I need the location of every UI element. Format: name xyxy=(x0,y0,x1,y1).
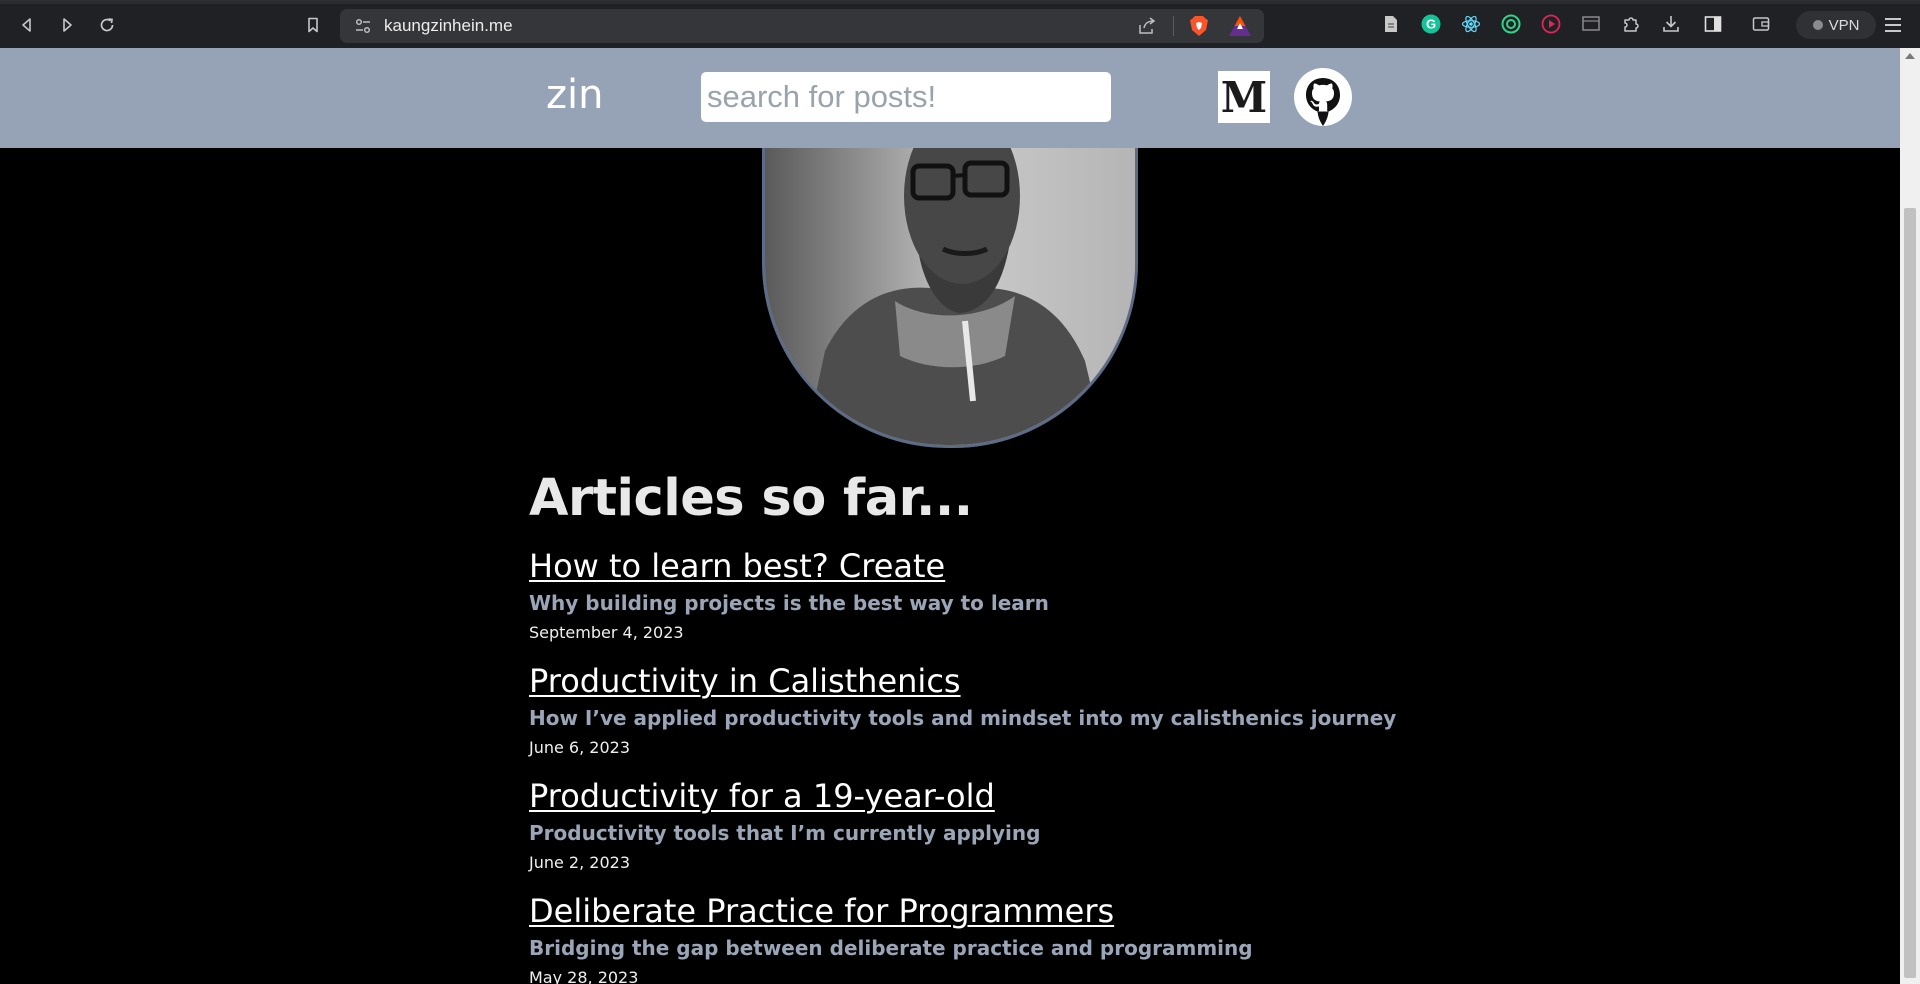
post-title-link[interactable]: How to learn best? Create xyxy=(529,547,1429,585)
post-title-link[interactable]: Productivity in Calisthenics xyxy=(529,662,1429,700)
video-icon[interactable] xyxy=(1540,13,1562,35)
brave-rewards-icon[interactable] xyxy=(1228,15,1252,37)
medium-icon[interactable]: M xyxy=(1218,71,1270,123)
screen-icon[interactable] xyxy=(1580,13,1602,35)
back-icon[interactable] xyxy=(12,11,42,39)
url-text[interactable]: kaungzinhein.me xyxy=(384,16,513,36)
site-settings-icon[interactable] xyxy=(354,17,372,35)
vpn-button[interactable]: VPN xyxy=(1796,11,1876,39)
post-date: June 2, 2023 xyxy=(529,853,630,872)
site-logo[interactable]: zin xyxy=(546,72,603,118)
share-icon[interactable] xyxy=(1137,17,1157,35)
puzzle-icon[interactable] xyxy=(1620,13,1642,35)
notes-icon[interactable] xyxy=(1380,13,1402,35)
vpn-label: VPN xyxy=(1828,16,1860,34)
post-date: June 6, 2023 xyxy=(529,738,630,757)
scrollbar-thumb[interactable] xyxy=(1904,208,1916,978)
post-subtitle: How I’ve applied productivity tools and … xyxy=(529,706,1397,730)
post-date: September 4, 2023 xyxy=(529,623,684,642)
medium-letter: M xyxy=(1221,73,1268,122)
post-item: Productivity for a 19-year-old Productiv… xyxy=(529,777,1429,872)
vpn-status-icon xyxy=(1812,20,1823,30)
tab-strip-edge xyxy=(0,1,1920,4)
post-item: Productivity in Calisthenics How I’ve ap… xyxy=(529,662,1429,757)
post-subtitle: Bridging the gap between deliberate prac… xyxy=(529,936,1253,960)
post-subtitle: Productivity tools that I’m currently ap… xyxy=(529,821,1041,845)
page-viewport: zin M xyxy=(0,48,1900,984)
menu-icon[interactable] xyxy=(1880,13,1906,37)
wallet-icon[interactable] xyxy=(1750,13,1772,35)
target-icon[interactable] xyxy=(1500,13,1522,35)
post-date: May 28, 2023 xyxy=(529,968,639,984)
react-devtools-icon[interactable] xyxy=(1460,13,1482,35)
brave-shields-icon[interactable] xyxy=(1187,14,1211,38)
bookmark-icon[interactable] xyxy=(298,11,328,39)
post-item: Deliberate Practice for Programmers Brid… xyxy=(529,892,1429,984)
reload-icon[interactable] xyxy=(92,11,122,39)
svg-text:G: G xyxy=(1426,17,1436,32)
download-icon[interactable] xyxy=(1660,13,1682,35)
post-title-link[interactable]: Deliberate Practice for Programmers xyxy=(529,892,1429,930)
github-icon[interactable] xyxy=(1294,68,1352,126)
articles-heading: Articles so far... xyxy=(529,469,973,528)
page-scrollbar[interactable] xyxy=(1900,48,1920,984)
forward-icon[interactable] xyxy=(52,11,82,39)
address-bar[interactable]: kaungzinhein.me xyxy=(340,9,1264,43)
site-header: zin M xyxy=(0,48,1900,148)
grammarly-icon[interactable]: G xyxy=(1420,13,1442,35)
post-subtitle: Why building projects is the best way to… xyxy=(529,591,1049,615)
search-input[interactable] xyxy=(701,72,1111,122)
omnibox-divider xyxy=(1173,16,1174,36)
browser-toolbar: kaungzinhein.me G VPN xyxy=(0,0,1920,48)
sidebar-icon[interactable] xyxy=(1702,13,1724,35)
post-item: How to learn best? Create Why building p… xyxy=(529,547,1429,642)
post-title-link[interactable]: Productivity for a 19-year-old xyxy=(529,777,1429,815)
scroll-up-icon[interactable] xyxy=(1905,53,1915,59)
